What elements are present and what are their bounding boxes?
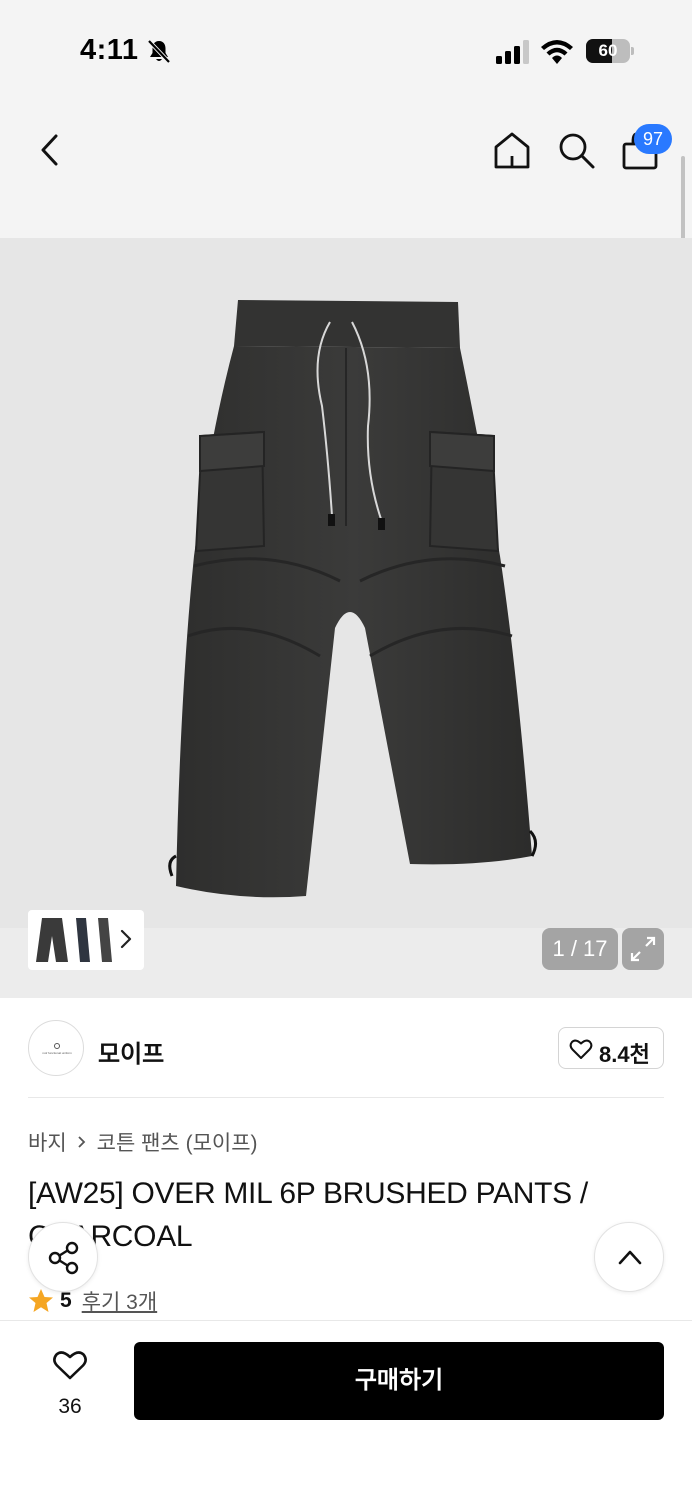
home-icon[interactable]: [492, 130, 532, 170]
brand-name[interactable]: 모이프: [98, 1034, 164, 1069]
product-title: [AW25] OVER MIL 6P BRUSHED PANTS / CHARC…: [28, 1177, 588, 1253]
chevron-right-icon: [78, 1136, 85, 1148]
brand-like-button[interactable]: 8.4천: [558, 1027, 664, 1069]
search-icon[interactable]: [556, 130, 596, 170]
buy-button[interactable]: 구매하기: [134, 1342, 664, 1420]
bottom-action-bar: 36 구매하기: [0, 1320, 692, 1500]
product-rating: 5 후기 3개: [28, 1287, 157, 1315]
star-icon: [29, 1289, 53, 1312]
scroll-to-top-button[interactable]: [594, 1222, 664, 1292]
battery-level: 60: [598, 41, 618, 60]
bell-off-icon: [147, 39, 171, 64]
brand-logo[interactable]: mof functional uniform: [28, 1020, 84, 1076]
wifi-icon: [541, 40, 573, 64]
divider: [28, 1097, 664, 1098]
cellular-signal-icon: [496, 40, 529, 64]
expand-image-button[interactable]: [622, 928, 664, 970]
wishlist-button[interactable]: 36: [40, 1349, 100, 1419]
scroll-indicator: [681, 156, 685, 248]
expand-icon: [630, 936, 656, 962]
product-image-pants: [168, 300, 537, 898]
share-button[interactable]: [28, 1222, 98, 1292]
breadcrumb: 바지 코튼 팬츠 (모이프): [28, 1128, 258, 1156]
heart-icon: [53, 1351, 87, 1380]
top-navigation: 97: [0, 100, 692, 238]
brand-like-count: 8.4천: [599, 1042, 650, 1067]
status-time: 4:11: [80, 34, 139, 66]
share-icon: [48, 1241, 79, 1275]
thumbnail-strip[interactable]: [28, 910, 144, 970]
product-image-gallery[interactable]: 1 / 17: [0, 238, 692, 998]
battery-indicator: 60: [586, 39, 634, 63]
image-page-counter: 1 / 17: [542, 928, 618, 970]
chevron-up-icon: [618, 1250, 642, 1265]
thumbnail-3[interactable]: [94, 916, 114, 964]
chevron-right-icon[interactable]: [118, 925, 134, 953]
thumbnail-2[interactable]: [72, 916, 92, 964]
brand-logo-text: mof functional uniform: [42, 1051, 72, 1055]
rating-value: 5: [60, 1289, 72, 1312]
chevron-left-icon[interactable]: [34, 130, 66, 170]
wishlist-count: 36: [58, 1395, 82, 1418]
heart-icon: [569, 1039, 593, 1059]
status-bar: 4:11 60: [0, 0, 692, 100]
review-count-link[interactable]: 후기 3개: [82, 1286, 157, 1316]
cart-count-badge: 97: [634, 124, 672, 154]
thumbnail-1[interactable]: [34, 916, 70, 964]
breadcrumb-item-subcategory[interactable]: 코튼 팬츠 (모이프): [97, 1127, 258, 1157]
breadcrumb-item-category[interactable]: 바지: [28, 1127, 67, 1157]
